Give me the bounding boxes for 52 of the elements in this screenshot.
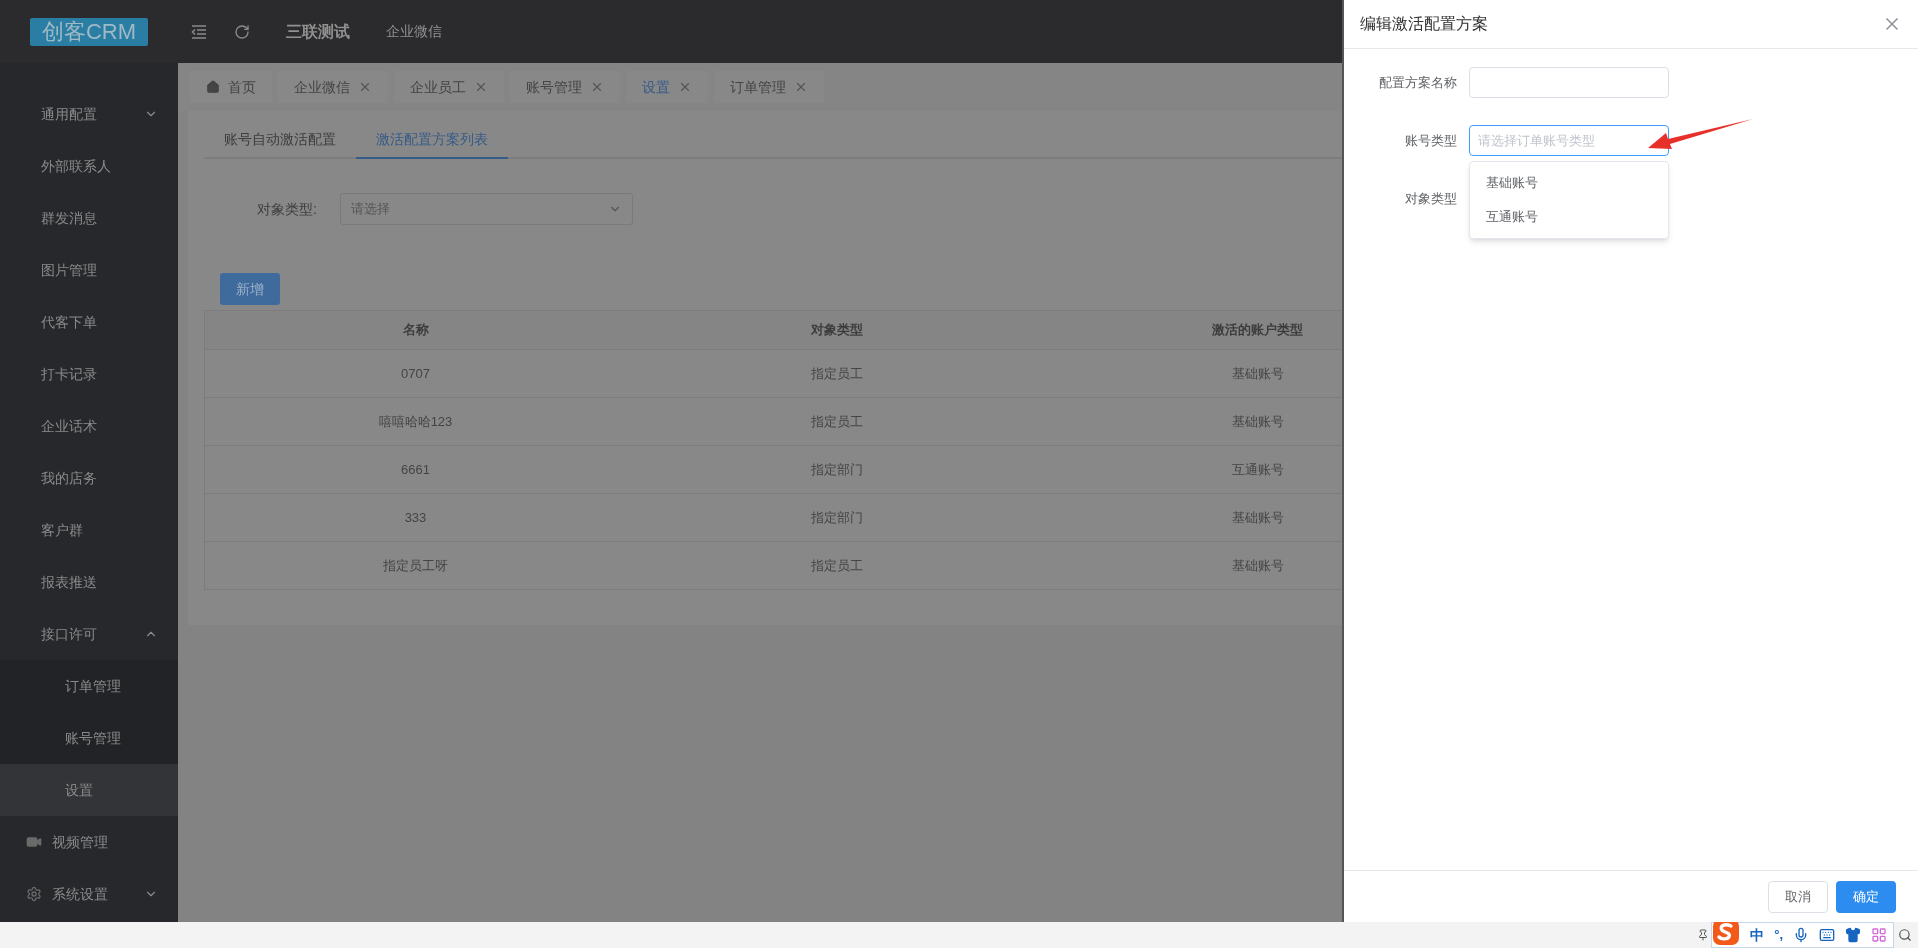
home-icon bbox=[206, 80, 220, 94]
table-cell-text: 基础账号 bbox=[1231, 556, 1284, 575]
close-icon[interactable] bbox=[358, 80, 372, 94]
table-cell-text: 指定员工 bbox=[810, 556, 863, 575]
table-cell-text: 嘻嘻哈哈123 bbox=[378, 412, 453, 431]
close-icon[interactable] bbox=[678, 80, 692, 94]
table-cell-text: 0707 bbox=[401, 364, 430, 383]
sidebar-subitem[interactable]: 设置 bbox=[0, 764, 178, 816]
field-label: 配置方案名称 bbox=[1379, 73, 1457, 92]
scheme-name-input[interactable] bbox=[1469, 67, 1669, 98]
system-title: 三联测试 bbox=[286, 21, 350, 42]
gear-icon bbox=[26, 886, 42, 902]
drawer-title: 编辑激活配置方案 bbox=[1360, 14, 1488, 34]
table-cell-text: 基础账号 bbox=[1231, 412, 1284, 431]
video-camera-icon bbox=[26, 834, 42, 850]
table-cell-text: 指定员工呀 bbox=[383, 556, 448, 575]
logo: 创客CRM bbox=[29, 17, 149, 46]
column-header: 对象类型 bbox=[810, 321, 863, 340]
table-cell-text: 333 bbox=[404, 508, 427, 527]
collapse-menu-icon[interactable] bbox=[191, 24, 207, 39]
column-header: 激活的账户类型 bbox=[1212, 321, 1303, 340]
ime-mode[interactable]: 中 bbox=[1750, 924, 1765, 946]
table-cell-text: 基础账号 bbox=[1231, 508, 1284, 527]
table-cell-text: 互通账号 bbox=[1231, 460, 1284, 479]
microphone-icon[interactable] bbox=[1793, 927, 1809, 943]
pin-icon[interactable] bbox=[1697, 929, 1710, 941]
dropdown-option[interactable]: 基础账号 bbox=[1470, 166, 1668, 200]
field-label: 账号类型 bbox=[1405, 131, 1457, 150]
table-cell-text: 基础账号 bbox=[1231, 364, 1284, 383]
search-icon[interactable] bbox=[1898, 928, 1912, 942]
dropdown-option[interactable]: 互通账号 bbox=[1470, 200, 1668, 234]
filter-label: 对象类型: bbox=[257, 199, 318, 219]
grid-icon[interactable] bbox=[1871, 927, 1887, 943]
cancel-button[interactable]: 取消 bbox=[1768, 880, 1828, 913]
table-cell-text: 6661 bbox=[401, 460, 430, 479]
table-cell-text: 指定员工 bbox=[810, 364, 863, 383]
column-header: 名称 bbox=[402, 321, 429, 340]
sidebar-subitem[interactable]: 账号管理 bbox=[0, 712, 178, 764]
refresh-icon[interactable] bbox=[234, 23, 250, 40]
close-icon[interactable] bbox=[590, 80, 604, 94]
field-label: 对象类型 bbox=[1405, 189, 1457, 208]
shirt-icon[interactable] bbox=[1845, 927, 1861, 943]
table-cell-text: 指定员工 bbox=[810, 412, 863, 431]
sidebar-subitem[interactable]: 订单管理 bbox=[0, 660, 178, 712]
keyboard-icon[interactable] bbox=[1819, 927, 1835, 943]
content-tab[interactable]: 账号自动激活配置 bbox=[204, 129, 356, 159]
header-link[interactable]: 企业微信 bbox=[386, 21, 442, 42]
confirm-button[interactable]: 确定 bbox=[1836, 880, 1896, 913]
add-button[interactable]: 新增 bbox=[220, 273, 280, 305]
close-icon[interactable] bbox=[474, 80, 488, 94]
close-icon[interactable] bbox=[794, 80, 808, 94]
ime-punctuation[interactable]: °, bbox=[1774, 925, 1783, 945]
